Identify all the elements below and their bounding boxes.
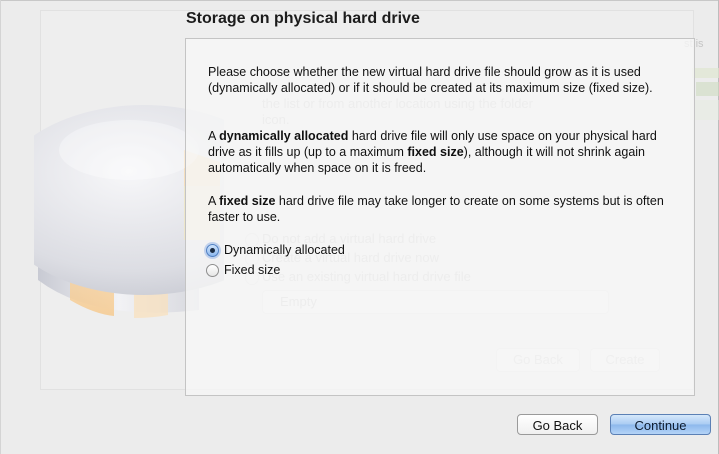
radio-dot-icon [210,247,215,253]
bold-term-dynamically-allocated: dynamically allocated [219,129,349,143]
description-paragraph-3: A fixed size hard drive file may take lo… [208,194,664,224]
continue-button[interactable]: Continue [610,414,711,435]
window-left-edge [0,0,1,454]
window-top-edge [0,0,719,1]
radio-fixed-size-label[interactable]: Fixed size [224,263,280,277]
page-title: Storage on physical hard drive [186,10,420,27]
description-paragraph-2: A dynamically allocated hard drive file … [208,129,657,175]
radio-fixed-size[interactable]: Fixed size [206,261,280,279]
radio-selected-indicator[interactable] [206,243,219,257]
bold-term-fixed-size-2: fixed size [219,194,276,208]
radio-unselected-indicator[interactable] [206,263,219,277]
radio-dynamically-allocated-label[interactable]: Dynamically allocated [224,243,345,257]
go-back-button[interactable]: Go Back [517,414,598,435]
content-panel: Please choose whether the new virtual ha… [185,38,695,396]
bold-term-fixed-size: fixed size [407,145,464,159]
radio-dynamically-allocated[interactable]: Dynamically allocated [206,241,345,259]
description-paragraph-1: Please choose whether the new virtual ha… [208,65,653,95]
